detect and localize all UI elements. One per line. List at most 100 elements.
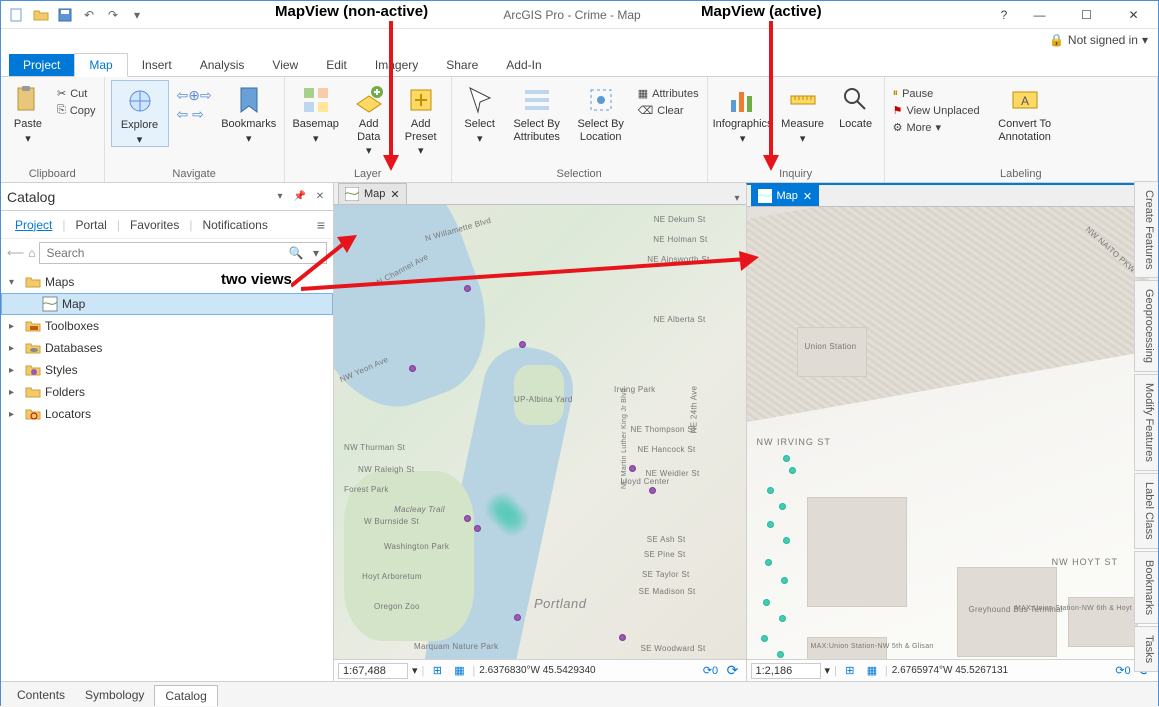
qat-dropdown-icon[interactable]: ▾ [129,7,145,23]
new-project-icon[interactable] [9,7,25,23]
expand-icon[interactable]: ▸ [9,387,21,398]
home-icon[interactable]: ⌂ [28,246,35,260]
explore-icon [124,85,156,117]
basemap-button[interactable]: Basemap▾ [291,80,341,145]
rvtab-bookmarks[interactable]: Bookmarks [1134,551,1158,624]
more-button[interactable]: ⚙More▾ [891,120,982,135]
bookmarks-button[interactable]: Bookmarks▾ [220,80,278,145]
select-button[interactable]: Select▾ [458,80,502,145]
select-by-attributes-button[interactable]: Select By Attributes [508,80,566,143]
group-selection-label: Selection [458,166,701,182]
scale-input-left[interactable]: 1:67,488 [338,663,408,679]
map-canvas-right[interactable]: Union Station Greyhound Bus Terminal MAX… [747,207,1159,681]
tab-share[interactable]: Share [432,54,492,76]
help-button[interactable]: ? [991,8,1017,22]
convert-annotation-button[interactable]: A Convert To Annotation [988,80,1062,143]
select-attr-icon [521,84,553,116]
sb-icon[interactable]: ⟳0 [702,662,720,680]
sb-icon[interactable]: ▦ [863,662,881,680]
tree-map-item[interactable]: Map [1,293,333,315]
tab-view[interactable]: View [258,54,312,76]
expand-icon[interactable]: ▸ [9,365,21,376]
map-tab-left[interactable]: Map ✕ [338,183,407,204]
tree-folders[interactable]: ▸Folders [1,381,333,403]
btab-contents[interactable]: Contents [7,685,75,705]
expand-icon[interactable]: ▸ [9,343,21,354]
tab-addin[interactable]: Add-In [492,54,555,76]
tree-styles[interactable]: ▸Styles [1,359,333,381]
close-tab-icon[interactable]: ✕ [803,190,812,203]
paste-button[interactable]: Paste▾ [7,80,49,145]
maximize-button[interactable]: ☐ [1064,2,1109,28]
expand-icon[interactable]: ▸ [9,321,21,332]
rvtab-modify-features[interactable]: Modify Features [1134,374,1158,471]
clear-button[interactable]: ⌫Clear [636,103,701,118]
close-button[interactable]: ✕ [1111,2,1156,28]
tab-map[interactable]: Map [74,53,127,77]
subtab-project[interactable]: Project [9,216,58,234]
copy-button[interactable]: ⎘Copy [55,103,98,118]
add-preset-button[interactable]: Add Preset▾ [397,80,445,158]
tree-toolboxes[interactable]: ▸Toolboxes [1,315,333,337]
btab-catalog[interactable]: Catalog [154,685,217,706]
tree-locators[interactable]: ▸Locators [1,403,333,425]
signin-row: 🔒 Not signed in ▾ [1,29,1158,51]
close-tab-icon[interactable]: ✕ [390,188,399,201]
tree-databases[interactable]: ▸Databases [1,337,333,359]
tab-analysis[interactable]: Analysis [186,54,259,76]
catalog-nav-row: ⟵ ⌂ 🔍 ▾ [1,239,333,267]
rvtab-geoprocessing[interactable]: Geoprocessing [1134,280,1158,372]
redo-icon[interactable]: ↷ [105,7,121,23]
sb-icon[interactable]: ⊞ [428,662,446,680]
quick-access-toolbar: ↶ ↷ ▾ [1,7,153,23]
tab-menu-icon[interactable]: ▾ [728,193,745,204]
coords-left: 2.6376830°W 45.5429340 [479,665,595,676]
subtab-portal[interactable]: Portal [69,216,112,234]
explore-button[interactable]: Explore▾ [111,80,169,147]
pause-button[interactable]: ⏸Pause [891,86,982,101]
catalog-pin-icon[interactable]: 📌 [293,190,307,204]
open-project-icon[interactable] [33,7,49,23]
attributes-button[interactable]: ▦Attributes [636,86,701,101]
folder-icon [25,274,41,290]
map-tab-right[interactable]: Map ✕ [751,185,820,206]
minimize-button[interactable]: — [1017,2,1062,28]
group-navigate: Explore▾ ⇦⊕⇨ ⇦ ⇨ Bookmarks▾ Navigate [105,77,285,182]
signin-dropdown-icon[interactable]: ▾ [1142,33,1148,47]
locate-button[interactable]: Locate [834,80,878,131]
sb-icon[interactable]: ⊞ [841,662,859,680]
folder-icon [25,406,41,422]
search-input[interactable] [40,246,286,260]
scale-input-right[interactable]: 1:2,186 [751,663,821,679]
rvtab-create-features[interactable]: Create Features [1134,181,1158,278]
subtab-favorites[interactable]: Favorites [124,216,185,234]
measure-button[interactable]: Measure▾ [778,80,828,145]
btab-symbology[interactable]: Symbology [75,685,154,705]
annotation-twoviews: two views [221,271,292,288]
unplaced-icon: ⚑ [893,104,903,117]
map-icon [345,187,359,201]
catalog-close-icon[interactable]: ✕ [313,190,327,204]
cut-button[interactable]: ✂Cut [55,86,98,101]
expand-icon[interactable]: ▸ [9,409,21,420]
view-unplaced-button[interactable]: ⚑View Unplaced [891,103,982,118]
select-by-location-button[interactable]: Select By Location [572,80,630,143]
subtab-notifications[interactable]: Notifications [196,216,273,234]
sb-icon[interactable]: ⟳0 [1114,662,1132,680]
rvtab-label-class[interactable]: Label Class [1134,473,1158,548]
infographics-icon [727,84,759,116]
save-icon[interactable] [57,7,73,23]
tab-edit[interactable]: Edit [312,54,361,76]
rvtab-tasks[interactable]: Tasks [1134,626,1158,672]
expand-icon[interactable]: ▾ [9,277,21,288]
sb-icon[interactable]: ▦ [450,662,468,680]
nav-arrows2[interactable]: ⇦ ⇨ [175,105,214,124]
catalog-dropdown-icon[interactable]: ▾ [273,190,287,204]
refresh-icon[interactable]: ⟳ [724,662,742,680]
nav-arrows[interactable]: ⇦⊕⇨ [175,86,214,105]
tab-project[interactable]: Project [9,54,74,76]
undo-icon[interactable]: ↶ [81,7,97,23]
signin-label[interactable]: Not signed in [1068,33,1138,47]
tab-insert[interactable]: Insert [128,54,186,76]
back-icon[interactable]: ⟵ [7,246,24,260]
